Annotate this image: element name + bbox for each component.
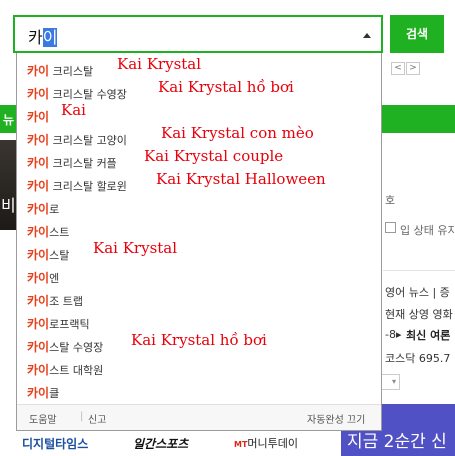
next-page-button[interactable]: > xyxy=(406,62,420,75)
suggestion-keyword: 카이 xyxy=(27,179,50,193)
suggestion-rest: 엔 xyxy=(49,272,60,285)
suggestion-rest: 크리스탈 수영장 xyxy=(49,88,127,101)
suggestion-rest: 크리스탈 xyxy=(49,65,94,78)
suggestion-keyword: 카이 xyxy=(27,133,50,147)
suggestion-item[interactable]: 카이조 트랩 xyxy=(27,290,377,312)
suggestion-keyword: 카이 xyxy=(27,64,50,78)
suggestion-rest: 스트 xyxy=(49,226,70,239)
suggestion-keyword: 카이 xyxy=(27,294,50,308)
handwritten-annotation: Kai Krystal xyxy=(117,55,202,73)
handwritten-annotation: Kai Krystal Halloween xyxy=(156,170,326,188)
suggestion-keyword: 카이 xyxy=(27,156,50,170)
suggestion-rest: 로프랙틱 xyxy=(49,318,90,331)
suggestion-keyword: 카이 xyxy=(27,363,50,377)
login-label: 호 xyxy=(385,194,396,207)
suggestion-keyword: 카이 xyxy=(27,340,50,354)
nav-band-text: 뉴 xyxy=(3,113,15,127)
news-photo[interactable]: 비 xyxy=(0,140,16,230)
suggestion-item[interactable]: 카이로 xyxy=(27,198,377,220)
suggestion-item[interactable]: 카이스트 xyxy=(27,221,377,243)
suggestion-keyword: 카이 xyxy=(27,317,50,331)
suggestion-rest: 스탈 xyxy=(49,249,70,262)
suggestion-rest: 조 트랩 xyxy=(49,295,83,308)
press-logo-digitaltimes[interactable]: 디지털타임스 xyxy=(22,435,88,452)
suggestion-rest: 크리스탈 커플 xyxy=(49,157,117,170)
footer-separator: | xyxy=(80,411,84,422)
suggestion-keyword: 카이 xyxy=(27,202,50,216)
english-news-link[interactable]: 영어 뉴스 | 증 xyxy=(385,284,450,300)
report-link[interactable]: 신고 xyxy=(88,411,106,426)
moneytoday-label: 머니투데이 xyxy=(247,437,299,450)
suggestion-keyword: 카이 xyxy=(27,225,50,239)
suggestion-item[interactable]: 카이엔 xyxy=(27,267,377,289)
prev-page-button[interactable]: < xyxy=(391,62,405,75)
suggestion-rest: 스탈 수영장 xyxy=(49,341,104,354)
suggestion-keyword: 카이 xyxy=(27,110,50,124)
suggestion-item[interactable]: 카이스트 대학원 xyxy=(27,359,377,381)
suggestion-rest: 크리스탈 고양이 xyxy=(49,134,127,147)
now-showing-link[interactable]: 현재 상영 영화 xyxy=(385,306,453,322)
dropdown-footer: 도움말 | 신고 자동완성 끄기 xyxy=(17,404,381,430)
help-link[interactable]: 도움말 xyxy=(29,411,57,426)
suggestion-item[interactable]: 카이스탈 Kai Krystal xyxy=(27,239,377,266)
handwritten-annotation: Kai xyxy=(61,101,86,119)
suggestion-item[interactable]: 카이스탈 수영장 Kai Krystal hồ bơi xyxy=(27,331,377,358)
handwritten-annotation: Kai Krystal hồ bơi xyxy=(131,331,267,349)
search-box[interactable]: 카이 xyxy=(13,15,383,53)
suggestion-rest: 로 xyxy=(49,203,60,216)
news-photo-text: 비 xyxy=(1,196,16,215)
keep-login-checkbox[interactable] xyxy=(385,222,396,233)
suggestion-rest: 크리스탈 할로윈 xyxy=(49,180,127,193)
query-prefix: 카 xyxy=(28,28,43,47)
suggestion-keyword: 카이 xyxy=(27,271,50,285)
suggestion-item[interactable]: 카이 크리스탈 할로윈 Kai Krystal Halloween xyxy=(27,170,377,197)
handwritten-annotation: Kai Krystal couple xyxy=(144,147,284,165)
handwritten-annotation: Kai Krystal xyxy=(93,239,178,257)
collapse-arrow-icon[interactable] xyxy=(363,33,371,38)
suggestion-keyword: 카이 xyxy=(27,87,50,101)
handwritten-annotation: Kai Krystal con mèo xyxy=(161,124,314,142)
suggestion-keyword: 카이 xyxy=(27,248,50,262)
suggestion-item[interactable]: 카이클 xyxy=(27,382,377,404)
divider xyxy=(383,270,455,271)
autocomplete-dropdown: 카이 크리스탈 Kai Krystal 카이 크리스탈 수영장 Kai Krys… xyxy=(16,53,382,431)
kosdaq-index: 코스닥 695.7 xyxy=(385,352,451,365)
press-logo-ilgansports[interactable]: 일간스포츠 xyxy=(133,435,188,452)
search-input[interactable]: 카이 xyxy=(28,24,58,48)
latest-poll-link[interactable]: 최신 여론 xyxy=(406,327,450,343)
handwritten-annotation: Kai Krystal hồ bơi xyxy=(158,78,294,96)
mt-mark: MT xyxy=(234,440,248,449)
keep-login-label: 입 상태 유지 xyxy=(400,224,455,237)
press-logo-moneytoday[interactable]: MT머니투데이 xyxy=(234,435,298,451)
suggestion-rest: 클 xyxy=(49,387,60,400)
suggestion-rest: 스트 대학원 xyxy=(49,364,104,377)
rank-marker: -8▸ xyxy=(385,328,402,341)
search-button[interactable]: 검색 xyxy=(390,15,444,53)
suggestion-keyword: 카이 xyxy=(27,386,50,400)
autocomplete-off-link[interactable]: 자동완성 끄기 xyxy=(307,411,365,426)
query-selected-text: 이 xyxy=(42,28,58,47)
